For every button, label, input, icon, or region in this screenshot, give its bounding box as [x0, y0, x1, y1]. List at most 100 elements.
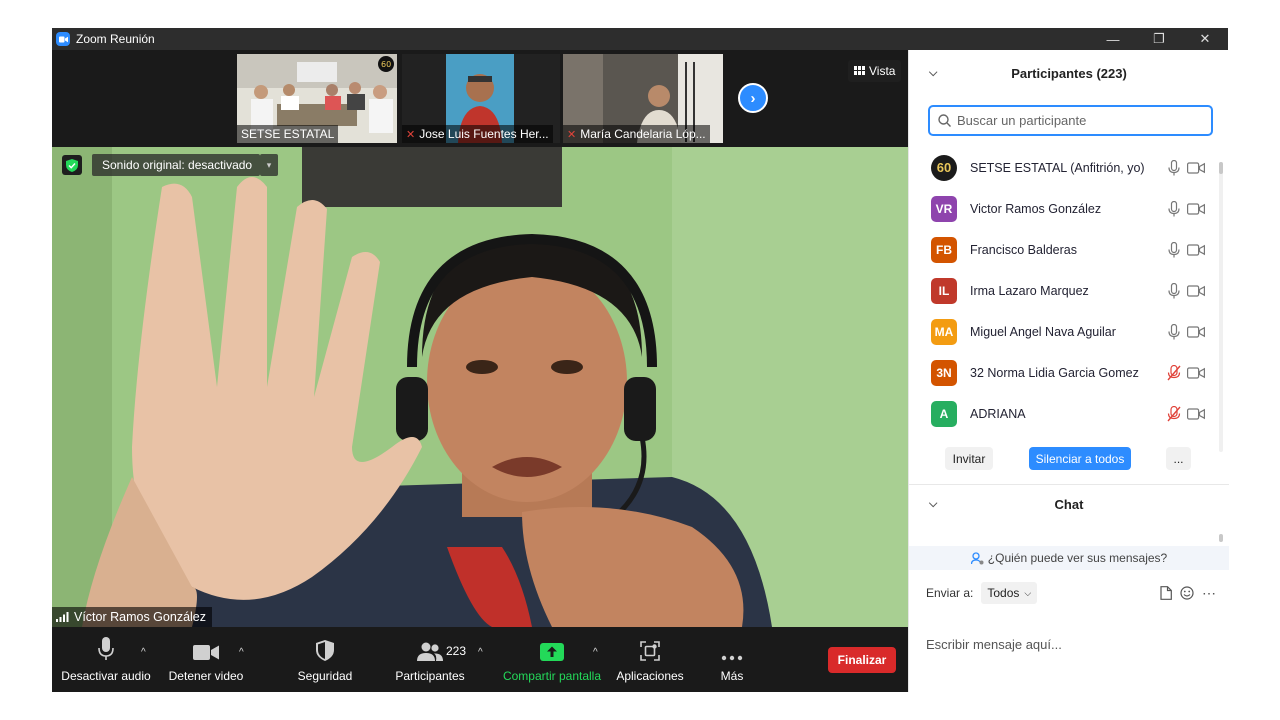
participant-row[interactable]: IL Irma Lazaro Marquez	[909, 270, 1221, 311]
more-button[interactable]: Más	[710, 627, 754, 692]
minimize-button[interactable]: —	[1090, 28, 1136, 50]
mute-all-button[interactable]: Silenciar a todos	[1029, 447, 1131, 470]
video-camera-icon[interactable]	[1187, 242, 1207, 258]
original-sound-dropdown[interactable]: ▾	[260, 154, 278, 176]
video-options-caret-icon[interactable]: ^	[239, 647, 244, 658]
mute-audio-button[interactable]: Desactivar audio	[60, 627, 152, 692]
participant-name: Francisco Balderas	[970, 242, 1077, 257]
thumbnail-maria-candelaria[interactable]: ✕ María Candelaria Lóp...	[563, 54, 723, 143]
apps-icon	[640, 641, 660, 661]
apps-button[interactable]: Aplicaciones	[614, 627, 686, 692]
chat-header: ⌵ Chat	[929, 496, 1084, 512]
participant-avatar: 60	[931, 154, 957, 181]
thumbnail-jose-luis[interactable]: ✕ Jose Luis Fuentes Her...	[402, 54, 560, 143]
microphone-icon	[98, 637, 114, 660]
participant-search[interactable]	[928, 105, 1213, 136]
participant-row[interactable]: 3N 32 Norma Lidia Garcia Gomez	[909, 352, 1221, 393]
invite-button[interactable]: Invitar	[945, 447, 993, 470]
active-speaker-video: Sonido original: desactivado ▾ Víctor Ra…	[52, 147, 908, 627]
search-icon	[938, 114, 951, 127]
participant-row[interactable]: VR Victor Ramos González	[909, 188, 1221, 229]
thumbnail-name: ✕ María Candelaria Lóp...	[563, 125, 710, 143]
file-icon[interactable]	[1160, 586, 1172, 600]
microphone-icon[interactable]	[1167, 159, 1181, 176]
close-button[interactable]: ✕	[1182, 28, 1228, 50]
shield-icon	[316, 640, 334, 661]
more-options-button[interactable]: ...	[1166, 447, 1191, 470]
participant-avatar: IL	[931, 277, 957, 304]
microphone-icon[interactable]	[1167, 323, 1181, 340]
chat-messages-area	[909, 523, 1229, 545]
zoom-logo-icon	[56, 32, 70, 46]
title-bar: Zoom Reunión — ❐ ✕	[52, 28, 1228, 50]
end-meeting-button[interactable]: Finalizar	[828, 647, 896, 673]
thumbnail-name: SETSE ESTATAL	[237, 125, 339, 143]
microphone-icon[interactable]	[1167, 241, 1181, 258]
video-camera-icon[interactable]	[1187, 160, 1207, 176]
participant-row[interactable]: 60 SETSE ESTATAL (Anfitrión, yo)	[909, 147, 1221, 188]
panel-divider	[909, 484, 1229, 485]
participant-row[interactable]: A ADRIANA	[909, 393, 1221, 434]
participants-options-caret-icon[interactable]: ^	[478, 647, 483, 658]
chat-scrollbar[interactable]	[1219, 534, 1223, 542]
next-page-button[interactable]: ›	[738, 83, 768, 113]
participant-row[interactable]: MA Miguel Angel Nava Aguilar	[909, 311, 1221, 352]
share-screen-button[interactable]: Compartir pantalla	[498, 627, 606, 692]
collapse-chat-chevron-icon[interactable]: ⌵	[929, 498, 937, 511]
chat-more-dots-icon[interactable]: ⋯	[1202, 585, 1216, 602]
stop-video-button[interactable]: Detener video	[164, 627, 248, 692]
audio-options-caret-icon[interactable]: ^	[141, 647, 146, 658]
share-options-caret-icon[interactable]: ^	[593, 647, 598, 658]
speaker-video-image	[52, 147, 908, 627]
emoji-icon[interactable]	[1180, 586, 1194, 600]
participant-row[interactable]: FB Francisco Balderas	[909, 229, 1221, 270]
send-to-dropdown[interactable]: Todos ⌵	[981, 582, 1038, 604]
grid-view-icon	[854, 66, 865, 75]
encryption-shield-badge[interactable]	[62, 155, 82, 175]
window-title: Zoom Reunión	[76, 32, 155, 46]
collapse-participants-chevron-icon[interactable]: ⌵	[929, 67, 937, 80]
participant-name: Irma Lazaro Marquez	[970, 283, 1089, 298]
mic-muted-icon: ✕	[406, 128, 416, 141]
participants-count: 223	[446, 644, 467, 658]
mic-muted-icon: ✕	[567, 128, 577, 141]
svg-text:60: 60	[381, 60, 391, 69]
mic-muted-icon[interactable]	[1167, 364, 1181, 381]
thumbnail-name: ✕ Jose Luis Fuentes Her...	[402, 125, 553, 143]
search-input[interactable]	[957, 113, 1197, 128]
chat-message-input[interactable]	[926, 634, 1216, 654]
person-visibility-icon	[970, 551, 984, 564]
participant-avatar: MA	[931, 318, 957, 345]
who-can-see-messages[interactable]: ¿Quién puede ver sus mensajes?	[909, 546, 1229, 570]
participant-avatar: FB	[931, 236, 957, 263]
caret-down-icon: ▾	[266, 159, 272, 170]
participant-avatar: 3N	[931, 359, 957, 386]
participant-name: SETSE ESTATAL (Anfitrión, yo)	[970, 160, 1145, 175]
participants-panel: ⌵ Participantes (223) 60 SETSE ESTATAL (A…	[908, 50, 1229, 692]
mic-muted-icon[interactable]	[1167, 405, 1181, 422]
view-button[interactable]: Vista	[848, 60, 902, 82]
video-camera-icon[interactable]	[1187, 406, 1207, 422]
microphone-icon[interactable]	[1167, 282, 1181, 299]
meeting-toolbar: Desactivar audio ^ Detener video ^ Segur…	[52, 627, 908, 692]
participant-name: Victor Ramos González	[970, 201, 1102, 216]
participants-button[interactable]: Participantes	[388, 627, 472, 692]
security-button[interactable]: Seguridad	[290, 627, 360, 692]
microphone-icon[interactable]	[1167, 200, 1181, 217]
original-sound-toggle[interactable]: Sonido original: desactivado	[92, 154, 261, 176]
video-camera-icon[interactable]	[1187, 283, 1207, 299]
thumbnail-setse-estatal[interactable]: 60 SETSE ESTATAL	[237, 54, 397, 143]
video-camera-icon[interactable]	[1187, 324, 1207, 340]
video-camera-icon[interactable]	[1187, 201, 1207, 217]
video-camera-icon[interactable]	[1187, 365, 1207, 381]
chevron-down-icon: ⌵	[1024, 587, 1032, 598]
send-to-label: Enviar a:	[926, 586, 974, 600]
video-camera-icon	[193, 645, 219, 660]
send-to-row: Enviar a: Todos ⌵ ⋯	[926, 582, 1216, 604]
participants-scrollbar[interactable]	[1219, 162, 1223, 452]
shield-check-icon	[66, 158, 78, 172]
signal-strength-icon	[56, 612, 69, 622]
restore-button[interactable]: ❐	[1136, 28, 1182, 50]
thumbnail-strip: 60 SETSE ESTATAL ✕ Jose Luis Fuentes Her…	[52, 50, 908, 147]
participant-name: ADRIANA	[970, 406, 1026, 421]
